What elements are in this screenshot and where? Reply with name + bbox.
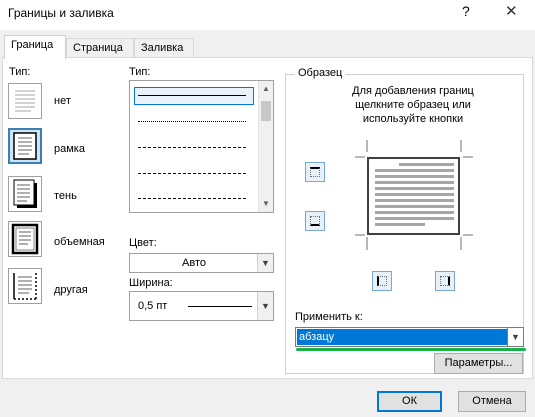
line-style-selected[interactable] xyxy=(134,87,254,105)
cancel-button[interactable]: Отмена xyxy=(458,391,526,412)
tab-page[interactable]: Страница xyxy=(66,38,134,58)
color-dropdown-icon[interactable]: ▼ xyxy=(257,254,273,272)
setting-none-label: нет xyxy=(54,95,71,107)
line-style-dash-dot[interactable] xyxy=(138,198,246,199)
border-shadow-icon[interactable] xyxy=(8,176,42,212)
border-custom-icon[interactable] xyxy=(8,268,42,304)
style-header: Тип: xyxy=(129,66,151,78)
left-border-button[interactable] xyxy=(372,271,392,291)
right-border-button[interactable] xyxy=(435,271,455,291)
help-icon[interactable]: ? xyxy=(462,3,470,19)
apply-label: Применить к: xyxy=(295,311,363,323)
preview-header: Образец xyxy=(295,67,346,79)
border-box-icon[interactable] xyxy=(8,128,42,164)
right-border-icon xyxy=(440,276,450,286)
tab-border[interactable]: Граница xyxy=(4,35,66,59)
width-dropdown-icon[interactable]: ▼ xyxy=(257,292,273,320)
border-3d-icon[interactable] xyxy=(8,221,42,257)
dialog-title: Границы и заливка xyxy=(8,6,114,20)
ok-button[interactable]: ОК xyxy=(377,391,442,412)
scroll-down-icon[interactable]: ▼ xyxy=(262,199,270,208)
border-none-icon[interactable] xyxy=(8,83,42,119)
setting-header: Тип: xyxy=(9,66,31,78)
options-button[interactable]: Параметры... xyxy=(434,353,523,374)
tab-shading-label: Заливка xyxy=(141,42,184,54)
color-select[interactable]: Авто ▼ xyxy=(129,253,274,273)
title-bar: Границы и заливка ? ✕ xyxy=(0,0,535,30)
close-icon[interactable]: ✕ xyxy=(505,2,518,20)
bottom-border-button[interactable] xyxy=(305,211,325,231)
scroll-thumb[interactable] xyxy=(261,101,271,121)
width-line-sample xyxy=(188,306,252,307)
preview-hint: Для добавления границ щелкните образец и… xyxy=(352,85,474,125)
tab-page-label: Страница xyxy=(73,42,123,54)
line-style-dotted[interactable] xyxy=(138,121,246,122)
highlight-underline xyxy=(296,348,526,351)
color-value: Авто xyxy=(182,257,206,269)
setting-box-label: рамка xyxy=(54,143,85,155)
tab-shading[interactable]: Заливка xyxy=(134,38,194,58)
setting-3d-label: объемная xyxy=(54,236,105,248)
borders-and-shading-dialog: Границы и заливка ? ✕ Граница Страница З… xyxy=(0,0,535,417)
preview-sample[interactable] xyxy=(367,157,460,235)
left-border-icon xyxy=(377,276,387,286)
bottom-border-icon xyxy=(310,216,320,226)
line-style-solid[interactable] xyxy=(138,95,246,96)
line-style-dashed[interactable] xyxy=(138,173,246,174)
color-label: Цвет: xyxy=(129,237,157,249)
line-style-dashed-small[interactable] xyxy=(138,147,246,148)
width-select[interactable]: 0,5 пт ▼ xyxy=(129,291,274,321)
line-style-scrollbar[interactable]: ▲ ▼ xyxy=(258,81,273,212)
top-border-button[interactable] xyxy=(305,162,325,182)
tab-border-label: Граница xyxy=(11,39,54,51)
line-style-list[interactable]: ▲ ▼ xyxy=(129,80,274,213)
width-value: 0,5 пт xyxy=(138,300,168,312)
apply-to-value: абзацу xyxy=(297,329,507,345)
apply-dropdown-icon[interactable]: ▼ xyxy=(507,328,523,346)
apply-to-select[interactable]: абзацу ▼ xyxy=(295,327,524,347)
width-label: Ширина: xyxy=(129,277,173,289)
setting-shadow-label: тень xyxy=(54,190,77,202)
scroll-up-icon[interactable]: ▲ xyxy=(262,84,270,93)
setting-custom-label: другая xyxy=(54,284,88,296)
top-border-icon xyxy=(310,167,320,177)
